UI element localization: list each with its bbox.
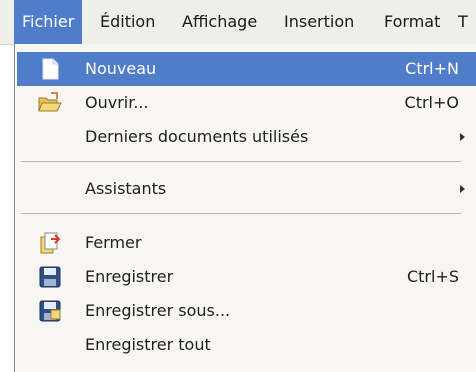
menu-item-assistants-label: Assistants <box>85 179 167 198</box>
fichier-dropdown-menu: Nouveau Ctrl+N Ouvrir... Ctrl+O Derniers… <box>14 44 476 372</box>
new-document-icon <box>37 56 63 82</box>
menu-item-nouveau-label: Nouveau <box>85 59 157 78</box>
menu-item-nouveau[interactable]: Nouveau Ctrl+N <box>17 52 476 86</box>
menu-item-enregistrer-shortcut: Ctrl+S <box>406 267 459 286</box>
menu-t-label: T <box>458 12 468 31</box>
menu-item-enregistrer[interactable]: Enregistrer Ctrl+S <box>17 260 476 294</box>
menu-item-fermer[interactable]: Fermer <box>17 226 476 260</box>
menu-affichage[interactable]: Affichage <box>182 0 257 44</box>
menu-item-enregistrer-sous[interactable]: Enregistrer sous... <box>17 294 476 328</box>
menu-edition-label: Édition <box>100 12 156 31</box>
menu-item-ouvrir-shortcut: Ctrl+O <box>404 93 459 112</box>
close-document-icon <box>37 230 63 256</box>
menu-t[interactable]: T <box>458 0 468 44</box>
menu-edition[interactable]: Édition <box>100 0 155 44</box>
open-folder-icon <box>37 90 63 116</box>
menu-separator <box>21 213 461 214</box>
menu-fichier-label: Fichier <box>22 12 75 31</box>
menu-insertion[interactable]: Insertion <box>284 0 354 44</box>
menu-item-derniers-documents[interactable]: Derniers documents utilisés <box>17 120 476 154</box>
save-as-icon <box>37 298 63 324</box>
menu-fichier[interactable]: Fichier <box>14 0 83 44</box>
menu-item-fermer-label: Fermer <box>85 233 142 252</box>
menu-item-ouvrir-label: Ouvrir... <box>85 93 149 112</box>
menu-item-enregistrer-tout-label: Enregistrer tout <box>85 335 211 354</box>
menu-item-enregistrer-tout[interactable]: Enregistrer tout <box>17 328 476 362</box>
menu-item-nouveau-shortcut: Ctrl+N <box>405 59 459 78</box>
menu-affichage-label: Affichage <box>182 12 258 31</box>
save-icon <box>37 264 63 290</box>
menu-separator <box>21 161 461 162</box>
menu-item-assistants[interactable]: Assistants <box>17 172 476 206</box>
menu-format[interactable]: Format <box>384 0 440 44</box>
menu-format-label: Format <box>384 12 441 31</box>
submenu-arrow-icon <box>460 185 465 193</box>
menu-bar: Fichier Édition Affichage Insertion Form… <box>0 0 476 45</box>
menu-item-derniers-documents-label: Derniers documents utilisés <box>85 127 309 146</box>
menu-insertion-label: Insertion <box>284 12 355 31</box>
menu-item-enregistrer-sous-label: Enregistrer sous... <box>85 301 231 320</box>
menu-item-enregistrer-label: Enregistrer <box>85 267 174 286</box>
menu-item-ouvrir[interactable]: Ouvrir... Ctrl+O <box>17 86 476 120</box>
submenu-arrow-icon <box>460 133 465 141</box>
